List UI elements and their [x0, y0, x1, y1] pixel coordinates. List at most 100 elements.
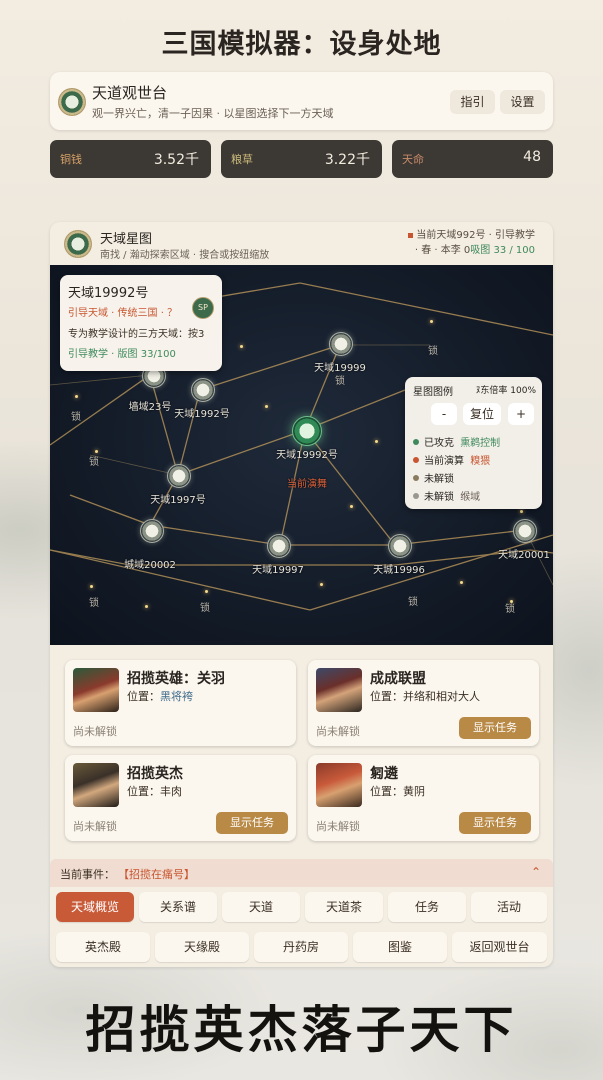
stat-destiny: 天命 48	[392, 140, 553, 178]
domain-node[interactable]	[191, 378, 215, 402]
position-label: 位置：	[127, 785, 160, 798]
guide-button[interactable]: 指引	[450, 90, 495, 114]
task-title: 招揽英雄：关羽	[127, 671, 225, 687]
lock-marker: 锁	[89, 598, 99, 609]
position-label: 位置：	[127, 690, 160, 703]
tab-heaven[interactable]: 天道	[222, 892, 300, 922]
hero-portrait	[73, 763, 119, 807]
legend-note: 缑域	[460, 492, 481, 503]
current-marker-icon	[408, 233, 414, 238]
current-domain-info: 当前天域992号 · 引导教学 · 春 · 本李 0吸图 33 / 100	[408, 226, 535, 256]
stat-label: 铜钱	[60, 153, 82, 166]
lock-marker: 锁	[428, 346, 438, 357]
legend-label: 未解锁	[424, 492, 454, 503]
tooltip-line2: 专为教学设计的三方天域：按3	[68, 329, 205, 340]
reset-zoom-button[interactable]: 复位	[463, 403, 501, 425]
legend-item: 未解锁 缑域	[413, 488, 480, 503]
legend-label: 当前演算	[424, 456, 464, 467]
show-task-button[interactable]: 显示任务	[459, 812, 531, 834]
domain-node[interactable]	[388, 534, 412, 558]
star	[205, 590, 208, 593]
chevron-up-icon[interactable]: ⌃	[531, 865, 541, 879]
task-card[interactable]: 招揽英杰 位置：丰肉 尚未解锁 显示任务	[65, 755, 296, 841]
lock-marker: 锁	[200, 603, 210, 614]
legend-label: 未解锁	[424, 474, 454, 485]
star	[520, 510, 523, 513]
tab-tasks[interactable]: 任务	[388, 892, 466, 922]
observatory-subtitle: 观一界兴亡，清一子因果 · 以星图选择下一方天域	[92, 107, 334, 120]
domain-node[interactable]	[167, 464, 191, 488]
star	[240, 345, 243, 348]
starmap-emblem-icon	[64, 230, 92, 258]
tab-activities[interactable]: 活动	[471, 892, 547, 922]
domain-node-label: 天域20001	[498, 550, 550, 561]
domain-node[interactable]	[140, 519, 164, 543]
map-legend: 星图图例 ﾇ东倍率 100% - 复位 + 已攻克 熏鹈控制 当前演算 糗猥 未…	[405, 377, 542, 509]
domain-node-label: 天城19996	[373, 565, 425, 576]
legend-item: 已攻克 熏鹈控制	[413, 434, 500, 449]
star	[145, 605, 148, 608]
event-bar[interactable]: 当前事件： 【招揽在痛号】 ⌃	[50, 859, 553, 887]
domain-node[interactable]	[513, 519, 537, 543]
task-title: 成成联盟	[370, 671, 426, 687]
task-position: 位置：黑将袴	[127, 688, 193, 704]
settings-button[interactable]: 设置	[500, 90, 545, 114]
legend-item: 未解锁	[413, 470, 454, 485]
legend-dot-icon	[413, 493, 419, 499]
legend-note: 糗猥	[470, 456, 491, 467]
tooltip-title: 天域19992号	[68, 286, 149, 301]
task-position: 位置：并络和相对大人	[370, 688, 480, 704]
current-drama-label: 当前演舞	[287, 479, 327, 490]
domain-node-label: 城域20002	[124, 560, 176, 571]
zoom-label: ﾇ东倍率 100%	[475, 386, 536, 396]
position-label: 位置：	[370, 690, 403, 703]
show-task-button[interactable]: 显示任务	[459, 717, 531, 739]
star	[90, 585, 93, 588]
tab-domain-overview[interactable]: 天域概览	[56, 892, 134, 922]
legend-label: 已攻克	[424, 438, 454, 449]
lock-text: 锁	[335, 376, 345, 387]
star	[460, 581, 463, 584]
current-domain-node[interactable]	[292, 416, 322, 446]
tab-heaven-tea[interactable]: 天道茶	[305, 892, 383, 922]
event-value: 【招揽在痛号】	[118, 868, 195, 881]
tooltip-line1: 引导天域 · 传统三国 · ？	[68, 308, 178, 319]
tab-relations[interactable]: 关系谱	[139, 892, 217, 922]
task-status: 尚未解锁	[316, 820, 360, 833]
stat-copper: 铜钱 3.52千	[50, 140, 211, 178]
territory-label: 吸图 33 / 100	[470, 245, 535, 256]
star	[320, 583, 323, 586]
lock-marker: 锁	[89, 457, 99, 468]
stat-grain: 粮草 3.22千	[221, 140, 382, 178]
star	[265, 405, 268, 408]
task-card[interactable]: 招揽英雄：关羽 位置：黑将袴 尚未解锁	[65, 660, 296, 746]
tooltip-badge: SP	[192, 297, 214, 319]
task-card[interactable]: 匑遴 位置：黄阴 尚未解锁 显示任务	[308, 755, 539, 841]
return-observatory-button[interactable]: 返回观世台	[452, 932, 547, 962]
task-title: 匑遴	[370, 766, 398, 782]
show-task-button[interactable]: 显示任务	[216, 812, 288, 834]
tab-fate-hall[interactable]: 天缘殿	[155, 932, 249, 962]
tab-hero-hall[interactable]: 英杰殿	[56, 932, 150, 962]
tab-alchemy[interactable]: 丹药房	[254, 932, 348, 962]
domain-node-label: 天域1997号	[150, 495, 206, 506]
position-value: 黄阴	[403, 785, 425, 798]
domain-node[interactable]	[329, 332, 353, 356]
task-card[interactable]: 成成联盟 位置：并络和相对大人 尚未解锁 显示任务	[308, 660, 539, 746]
tab-codex[interactable]: 图鉴	[353, 932, 447, 962]
stat-value: 3.52千	[153, 152, 199, 168]
starmap-subtitle: 南找 / 瀚动探索区域 · 搜合或按纽缩放	[100, 250, 270, 261]
domain-node[interactable]	[267, 534, 291, 558]
zoom-out-button[interactable]: -	[431, 403, 457, 425]
zoom-in-button[interactable]: +	[508, 403, 534, 425]
starmap-canvas[interactable]: 天域19999 锁 墙域23号 天域1992号 天域19992号 当前演舞 天域…	[50, 265, 553, 645]
task-status: 尚未解锁	[73, 725, 117, 738]
task-status: 尚未解锁	[316, 725, 360, 738]
star	[350, 505, 353, 508]
alliance-portrait	[316, 668, 362, 712]
position-value: 黑将袴	[160, 690, 193, 703]
domain-node-label: 天域1992号	[174, 409, 230, 420]
stat-label: 粮草	[231, 153, 253, 166]
observatory-card: 天道观世台 观一界兴亡，清一子因果 · 以星图选择下一方天域 指引 设置	[50, 72, 553, 130]
headline: 三国模拟器：设身处地	[161, 29, 442, 60]
